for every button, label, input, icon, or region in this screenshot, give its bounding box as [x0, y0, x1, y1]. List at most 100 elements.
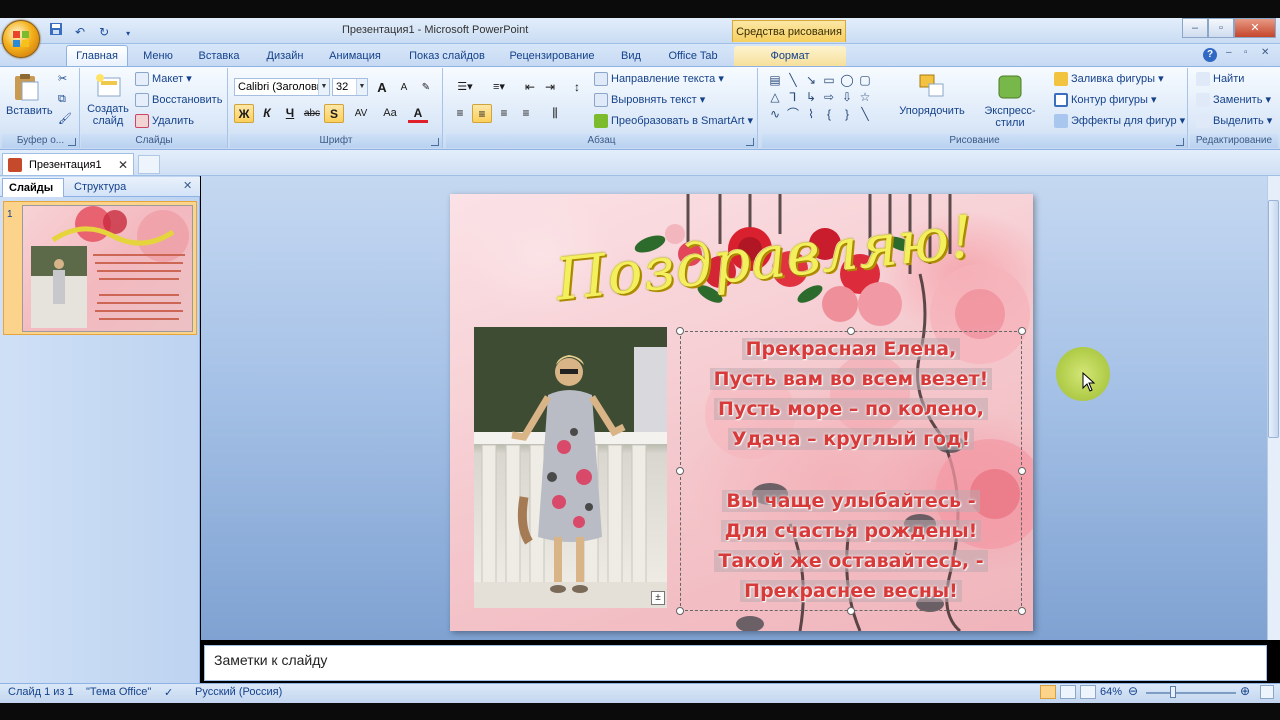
tab-animation[interactable]: Анимация	[322, 46, 388, 66]
zoom-slider-track[interactable]	[1146, 692, 1236, 694]
reset-button[interactable]: Восстановить	[135, 92, 222, 109]
shape-line-icon[interactable]: ╲	[784, 72, 802, 89]
minimize-button[interactable]: –	[1182, 18, 1208, 38]
quick-styles-button[interactable]: Экспресс-стили	[970, 72, 1050, 129]
pane-close-icon[interactable]: ✕	[183, 179, 192, 192]
shape-rect-icon[interactable]: ▭	[820, 72, 838, 89]
tab-design[interactable]: Дизайн	[258, 46, 312, 66]
resize-handle[interactable]	[847, 607, 855, 615]
tab-menu[interactable]: Меню	[136, 46, 180, 66]
find-button[interactable]: Найти	[1196, 71, 1244, 88]
align-right-icon[interactable]: ≡	[494, 104, 514, 123]
shape-connector-icon[interactable]: ⅂	[784, 89, 802, 106]
slide-canvas[interactable]: ± Поздравляю! Прекрасная Елена, Пусть ва…	[450, 194, 1033, 631]
notes-placeholder[interactable]: Заметки к слайду	[214, 652, 327, 668]
ribbon-minimize-icon[interactable]: –	[1226, 47, 1232, 58]
layout-options-icon[interactable]: ±	[651, 591, 665, 605]
customize-qat-icon[interactable]: ▾	[120, 26, 136, 42]
shape-right-arrow-icon[interactable]: ⇨	[820, 89, 838, 106]
font-color-button[interactable]: A	[408, 104, 428, 123]
align-text-button[interactable]: Выровнять текст ▾	[594, 92, 705, 109]
replace-button[interactable]: Заменить ▾	[1196, 92, 1271, 109]
shape-star-icon[interactable]: ☆	[856, 89, 874, 106]
shape-arc-icon[interactable]: ⌒	[784, 106, 802, 123]
font-size-combo[interactable]: 32 ▼	[332, 78, 368, 96]
zoom-out-icon[interactable]: ⊖	[1128, 684, 1138, 698]
shadow-button[interactable]: S	[324, 104, 344, 123]
paste-button[interactable]: Вставить	[6, 72, 53, 117]
zoom-level[interactable]: 64%	[1100, 686, 1122, 698]
smartart-button[interactable]: Преобразовать в SmartArt ▾	[594, 113, 753, 130]
paragraph-launcher-icon[interactable]	[746, 138, 754, 146]
strikethrough-button[interactable]: abc	[302, 104, 322, 123]
resize-handle[interactable]	[676, 607, 684, 615]
new-slide-button[interactable]: Создать слайд	[85, 72, 131, 127]
columns-icon[interactable]: ⫼	[542, 104, 568, 123]
help-icon[interactable]: ?	[1203, 48, 1217, 62]
zoom-slider-thumb[interactable]	[1170, 686, 1176, 698]
shrink-font-button[interactable]: A	[394, 78, 414, 97]
slide-thumbnail[interactable]	[22, 205, 193, 332]
close-icon[interactable]: ✕	[118, 154, 128, 176]
fit-to-window-icon[interactable]	[1260, 685, 1274, 699]
shape-curve-icon[interactable]: ∿	[766, 106, 784, 123]
underline-button[interactable]: Ч	[280, 104, 300, 123]
maximize-button[interactable]: ▫	[1208, 18, 1234, 38]
normal-view-icon[interactable]	[1040, 685, 1056, 699]
drawing-launcher-icon[interactable]	[1176, 138, 1184, 146]
resize-handle[interactable]	[676, 467, 684, 475]
shapes-gallery[interactable]: ▤ ╲ ↘ ▭ ◯ ▢ △ ⅂ ↳ ⇨ ⇩ ☆ ∿ ⌒ ⌇{} ╲	[766, 72, 892, 123]
shape-freeform-icon[interactable]: ⌇	[802, 106, 820, 123]
resize-handle[interactable]	[1018, 327, 1026, 335]
shape-roundrect-icon[interactable]: ▢	[856, 72, 874, 89]
layout-button[interactable]: Макет ▾	[135, 71, 192, 88]
select-button[interactable]: Выделить ▾	[1196, 113, 1272, 130]
shape-arrow-icon[interactable]: ↘	[802, 72, 820, 89]
shape-triangle-icon[interactable]: △	[766, 89, 784, 106]
grow-font-button[interactable]: A	[372, 78, 392, 97]
slide-sorter-view-icon[interactable]	[1060, 685, 1076, 699]
justify-icon[interactable]: ≡	[516, 104, 536, 123]
increase-indent-icon[interactable]: ⇥	[540, 78, 560, 97]
poem-textbox[interactable]: Прекрасная Елена, Пусть вам во всем везе…	[676, 327, 1026, 615]
office-button[interactable]	[2, 20, 40, 58]
resize-handle[interactable]	[847, 327, 855, 335]
undo-icon[interactable]: ↶	[72, 24, 88, 40]
tab-slides[interactable]: Слайды	[2, 178, 64, 197]
redo-icon[interactable]: ↻	[96, 24, 112, 40]
photo-frame[interactable]	[474, 327, 667, 608]
clear-formatting-icon[interactable]: ✎	[416, 78, 436, 97]
slideshow-view-icon[interactable]	[1080, 685, 1096, 699]
ribbon-close-icon[interactable]: ✕	[1261, 47, 1269, 58]
bullets-icon[interactable]: ☰▾	[450, 78, 480, 97]
tab-view[interactable]: Вид	[614, 46, 648, 66]
new-document-tab-button[interactable]	[138, 155, 160, 174]
delete-slide-button[interactable]: Удалить	[135, 113, 194, 130]
shape-brace-right-icon[interactable]: }	[838, 106, 856, 123]
shape-textbox-icon[interactable]: ▤	[766, 72, 784, 89]
close-button[interactable]: ✕	[1234, 18, 1276, 38]
save-icon[interactable]	[48, 22, 64, 38]
decrease-indent-icon[interactable]: ⇤	[520, 78, 540, 97]
font-name-combo[interactable]: Calibri (Заголовк ▼	[234, 78, 330, 96]
tab-review[interactable]: Рецензирование	[502, 46, 602, 66]
tab-office-tab[interactable]: Office Tab	[660, 46, 726, 66]
cut-icon[interactable]: ✂	[58, 71, 67, 88]
char-spacing-button[interactable]: AV	[348, 104, 374, 123]
tab-insert[interactable]: Вставка	[192, 46, 246, 66]
shape-outline-button[interactable]: Контур фигуры ▾	[1054, 92, 1157, 109]
line-spacing-icon[interactable]: ↕	[564, 78, 590, 97]
resize-handle[interactable]	[676, 327, 684, 335]
resize-handle[interactable]	[1018, 467, 1026, 475]
tab-outline[interactable]: Структура	[66, 179, 138, 197]
tab-slideshow[interactable]: Показ слайдов	[402, 46, 492, 66]
shape-brace-left-icon[interactable]: {	[820, 106, 838, 123]
format-painter-icon[interactable]: 🖌	[58, 111, 72, 128]
shape-fill-button[interactable]: Заливка фигуры ▾	[1054, 71, 1164, 88]
ribbon-restore-icon[interactable]: ▫	[1244, 47, 1248, 58]
tab-format[interactable]: Формат	[734, 46, 846, 66]
resize-handle[interactable]	[1018, 607, 1026, 615]
numbering-icon[interactable]: ≡▾	[484, 78, 514, 97]
align-center-icon[interactable]: ≡	[472, 104, 492, 123]
spellcheck-icon[interactable]: ✓	[164, 686, 173, 699]
